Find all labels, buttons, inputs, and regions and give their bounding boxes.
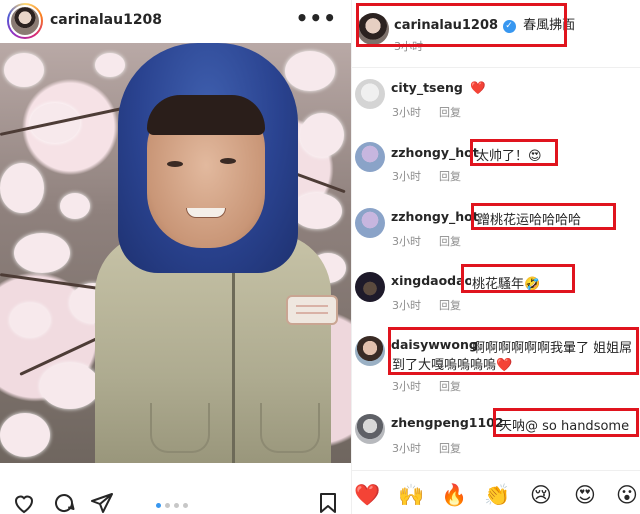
reply-button[interactable]: 回复 [439,380,461,393]
comment-row: city_tseng ❤️ [391,80,486,96]
red-highlight-box [356,3,567,47]
comment-time: 3小时 [392,380,421,393]
eye [220,158,236,164]
surprised-face-emoji-icon[interactable]: 😮 [614,483,640,507]
comment-meta: 3小时 回复 [392,168,479,184]
commenter-username[interactable]: zzhongy_hot [391,145,479,160]
person-hair [147,95,265,135]
carousel-dot[interactable] [174,503,179,508]
comment-time: 3小时 [392,442,421,455]
like-heart-icon[interactable] [12,491,36,514]
save-bookmark-icon[interactable] [316,491,340,514]
jacket-pocket [260,403,320,453]
commenter-avatar[interactable] [355,142,385,172]
comment-meta: 3小时 回复 [392,297,479,313]
jacket-pocket [150,403,210,453]
comment-meta: 3小时 回复 [392,233,479,249]
commenter-avatar[interactable] [355,414,385,444]
reply-button[interactable]: 回复 [439,106,461,119]
post-panel: carinalau1208 ••• [0,0,351,514]
jacket-name-badge [286,295,338,325]
comment-meta: 3小时 回复 [392,378,479,394]
commenter-avatar[interactable] [355,272,385,302]
jacket-zipper [232,243,235,463]
heart-emoji-icon[interactable]: ❤️ [354,483,380,507]
red-highlight-box [388,327,639,375]
red-highlight-box [470,139,558,166]
more-options-icon[interactable]: ••• [296,6,337,30]
post-author-avatar[interactable] [7,3,43,39]
carousel-dot[interactable] [165,503,170,508]
share-send-icon[interactable] [90,491,114,514]
commenter-avatar[interactable] [355,336,385,366]
post-author-username[interactable]: carinalau1208 [50,12,162,28]
commenter-username[interactable]: zzhongy_hot [391,209,479,224]
caption-separator [352,67,640,68]
red-highlight-box [471,203,616,230]
reply-button[interactable]: 回复 [439,235,461,248]
carousel-dot[interactable] [183,503,188,508]
fire-emoji-icon[interactable]: 🔥 [441,483,467,507]
eye [167,161,183,167]
commenter-username[interactable]: xingdaodao [391,273,471,288]
comment-time: 3小时 [392,170,421,183]
heart-eyes-emoji-icon[interactable]: 😍 [572,483,598,507]
post-photo[interactable] [0,43,351,463]
crying-face-emoji-icon[interactable]: 😢 [528,483,554,507]
reply-button[interactable]: 回复 [439,442,461,455]
quick-reaction-bar: ❤️ 🙌 🔥 👏 😢 😍 😮 [352,470,640,514]
commenter-avatar[interactable] [355,79,385,109]
red-highlight-box [461,264,575,293]
comment-meta: 3小时 回复 [392,104,479,120]
smile [186,208,226,218]
commenter-username[interactable]: zhengpeng1102 [391,415,504,430]
clapping-hands-emoji-icon[interactable]: 👏 [484,483,510,507]
comment-bubble-icon[interactable] [52,491,76,514]
comment-meta: 3小时 回复 [392,440,479,456]
raised-hands-emoji-icon[interactable]: 🙌 [398,483,424,507]
comment-time: 3小时 [392,299,421,312]
carousel-dots [156,503,188,508]
reply-button[interactable]: 回复 [439,170,461,183]
post-actions-bar [0,463,351,514]
carousel-dot-active[interactable] [156,503,161,508]
commenter-username[interactable]: city_tseng [391,80,463,95]
reply-button[interactable]: 回复 [439,299,461,312]
comment-text: ❤️ [470,80,486,95]
comment-time: 3小时 [392,235,421,248]
red-highlight-box [493,408,639,437]
comments-panel: carinalau1208 ✓ 春風拂面 3小时 city_tseng ❤️ 3… [352,0,640,514]
commenter-avatar[interactable] [355,208,385,238]
post-header: carinalau1208 ••• [0,0,351,42]
comment-time: 3小时 [392,106,421,119]
